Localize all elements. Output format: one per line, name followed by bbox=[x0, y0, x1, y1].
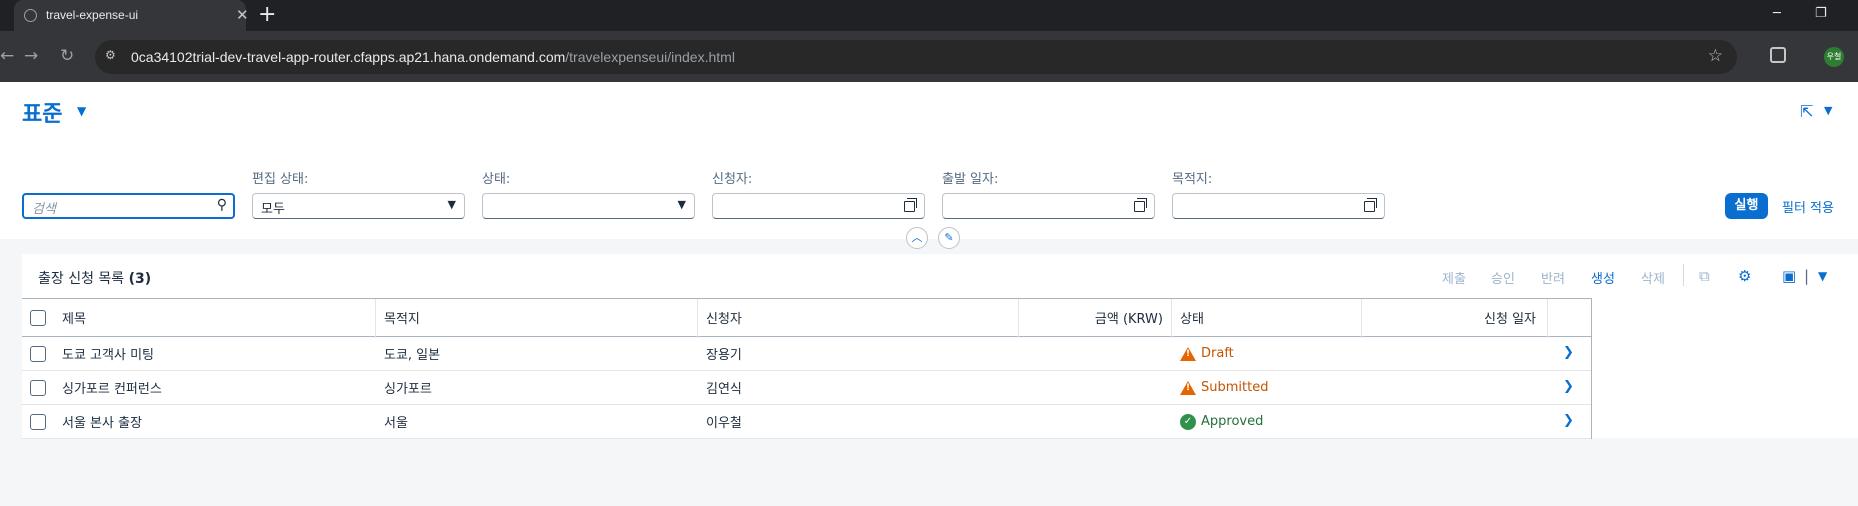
table-row[interactable]: 싱가포르 컨퍼런스 싱가포르 김연식 Submitted ❯ bbox=[22, 371, 1591, 405]
value-help-icon[interactable] bbox=[1364, 198, 1378, 212]
departure-date-input[interactable] bbox=[942, 193, 1155, 219]
browser-tab-bar: travel-expense-ui ✕ + ─ ❐ bbox=[0, 0, 1858, 31]
requester-filter-label: 신청자: bbox=[712, 172, 753, 187]
row-destination: 싱가포르 bbox=[384, 382, 432, 397]
col-header-title[interactable]: 제목 bbox=[62, 299, 86, 336]
departure-date-label: 출발 일자: bbox=[942, 172, 999, 187]
profile-avatar[interactable]: 우철 bbox=[1824, 47, 1844, 67]
chevron-down-icon: ▼ bbox=[447, 198, 456, 211]
status-badge: ✓ Approved bbox=[1180, 405, 1263, 438]
col-header-request-date[interactable]: 신청 일자 bbox=[1370, 299, 1536, 336]
row-checkbox[interactable] bbox=[30, 379, 46, 396]
row-amount bbox=[1028, 371, 1163, 404]
site-info-icon[interactable]: ⚙ bbox=[105, 48, 123, 66]
row-checkbox[interactable] bbox=[30, 413, 46, 430]
filter-header: 표준 ▼ ⇱ ▼ 검색 ⚲ 편집 상태: 모두 ▼ 상태: ▼ 신청자: 출발 … bbox=[0, 82, 1858, 239]
row-destination: 도쿄, 일본 bbox=[384, 348, 441, 363]
row-title: 서울 본사 출장 bbox=[62, 416, 143, 431]
table-row[interactable]: 도쿄 고객사 미팅 도쿄, 일본 장용기 Draft ❯ bbox=[22, 337, 1591, 371]
minimize-icon[interactable]: ─ bbox=[1773, 5, 1781, 23]
edit-state-value: 모두 bbox=[261, 202, 285, 217]
row-destination: 서울 bbox=[384, 416, 408, 431]
pin-header-button[interactable]: ✎ bbox=[938, 227, 960, 249]
collapse-header-button[interactable]: ︿ bbox=[906, 227, 928, 249]
warning-icon bbox=[1180, 346, 1196, 361]
chevron-down-icon[interactable]: ▼ bbox=[1824, 104, 1832, 117]
table-title: 출장 신청 목록 (3) bbox=[38, 271, 152, 287]
col-header-amount[interactable]: 금액 (KRW) bbox=[1028, 299, 1163, 336]
search-placeholder: 검색 bbox=[32, 202, 56, 217]
bookmark-star-icon[interactable]: ☆ bbox=[1708, 46, 1723, 66]
requester-filter-input[interactable] bbox=[712, 193, 925, 219]
row-request-date bbox=[1370, 371, 1536, 404]
travel-request-table-panel: 출장 신청 목록 (3) 제출 승인 반려 생성 삭제 ⧉ ⚙ ▣ | ▼ 제목… bbox=[22, 254, 1858, 439]
status-badge: Submitted bbox=[1180, 371, 1268, 404]
row-requester: 장용기 bbox=[706, 348, 742, 363]
chevron-right-icon[interactable]: ❯ bbox=[1563, 345, 1574, 360]
restore-icon[interactable]: ❐ bbox=[1815, 5, 1827, 23]
new-tab-icon[interactable]: + bbox=[258, 3, 276, 27]
row-requester: 이우철 bbox=[706, 416, 742, 431]
browser-tab[interactable]: travel-expense-ui ✕ bbox=[14, 0, 249, 31]
settings-gear-icon[interactable]: ⚙ bbox=[1738, 267, 1751, 285]
travel-request-table: 제목 목적지 신청자 금액 (KRW) 상태 신청 일자 도쿄 고객사 미팅 도… bbox=[22, 298, 1592, 439]
delete-button[interactable]: 삭제 bbox=[1641, 268, 1665, 287]
row-title: 싱가포르 컨퍼런스 bbox=[62, 382, 162, 397]
col-header-requester[interactable]: 신청자 bbox=[706, 299, 742, 336]
url-text: 0ca34102trial-dev-travel-app-router.cfap… bbox=[131, 49, 735, 65]
row-request-date bbox=[1370, 337, 1536, 370]
chevron-down-icon[interactable]: ▼ bbox=[1818, 269, 1827, 283]
forward-icon[interactable]: → bbox=[24, 46, 38, 66]
chevron-right-icon[interactable]: ❯ bbox=[1563, 379, 1574, 394]
create-button[interactable]: 생성 bbox=[1591, 268, 1615, 287]
variant-title[interactable]: 표준 bbox=[22, 96, 62, 128]
toolbar-divider: | bbox=[1804, 267, 1810, 285]
search-icon[interactable]: ⚲ bbox=[217, 197, 227, 213]
destination-filter-label: 목적지: bbox=[1172, 172, 1213, 187]
url-omnibox[interactable]: ⚙ 0ca34102trial-dev-travel-app-router.cf… bbox=[95, 40, 1737, 74]
tab-title: travel-expense-ui bbox=[46, 8, 139, 22]
warning-icon bbox=[1180, 380, 1196, 395]
toolbar-separator bbox=[1683, 264, 1684, 286]
chevron-down-icon[interactable]: ▼ bbox=[77, 104, 86, 118]
share-icon[interactable]: ⇱ bbox=[1800, 102, 1813, 121]
reload-icon[interactable]: ↻ bbox=[60, 46, 74, 66]
extensions-icon[interactable] bbox=[1770, 47, 1786, 63]
row-title: 도쿄 고객사 미팅 bbox=[62, 348, 154, 363]
export-icon[interactable]: ▣ bbox=[1782, 267, 1796, 285]
status-filter-select[interactable]: ▼ bbox=[482, 193, 695, 219]
chevron-right-icon[interactable]: ❯ bbox=[1563, 413, 1574, 428]
submit-button[interactable]: 제출 bbox=[1442, 268, 1466, 287]
edit-state-select[interactable]: 모두 ▼ bbox=[252, 193, 465, 219]
col-header-destination[interactable]: 목적지 bbox=[384, 299, 420, 336]
row-checkbox[interactable] bbox=[30, 345, 46, 362]
copy-icon[interactable]: ⧉ bbox=[1699, 267, 1710, 285]
reject-button[interactable]: 반려 bbox=[1541, 268, 1565, 287]
status-badge: Draft bbox=[1180, 337, 1234, 370]
go-button[interactable]: 실행 bbox=[1725, 193, 1768, 219]
col-header-status[interactable]: 상태 bbox=[1180, 299, 1204, 336]
value-help-icon[interactable] bbox=[1134, 198, 1148, 212]
browser-address-bar: ← → ↻ ⚙ 0ca34102trial-dev-travel-app-rou… bbox=[0, 31, 1858, 82]
adapt-filters-button[interactable]: 필터 적용 bbox=[1782, 197, 1834, 216]
row-amount bbox=[1028, 337, 1163, 370]
select-all-checkbox[interactable] bbox=[30, 309, 46, 326]
row-amount bbox=[1028, 405, 1163, 438]
checkmark-circle-icon: ✓ bbox=[1180, 413, 1196, 430]
value-help-icon[interactable] bbox=[904, 198, 918, 212]
globe-icon bbox=[24, 9, 37, 22]
row-requester: 김연식 bbox=[706, 382, 742, 397]
back-icon[interactable]: ← bbox=[0, 46, 14, 66]
status-filter-label: 상태: bbox=[482, 172, 511, 187]
destination-filter-input[interactable] bbox=[1172, 193, 1385, 219]
table-row[interactable]: 서울 본사 출장 서울 이우철 ✓ Approved ❯ bbox=[22, 405, 1591, 439]
search-input[interactable]: 검색 ⚲ bbox=[22, 193, 235, 219]
chevron-down-icon: ▼ bbox=[677, 198, 686, 211]
table-header-row: 제목 목적지 신청자 금액 (KRW) 상태 신청 일자 bbox=[22, 298, 1591, 338]
row-request-date bbox=[1370, 405, 1536, 438]
edit-state-label: 편집 상태: bbox=[252, 172, 309, 187]
close-tab-icon[interactable]: ✕ bbox=[236, 6, 249, 24]
approve-button[interactable]: 승인 bbox=[1491, 268, 1515, 287]
app-content: 표준 ▼ ⇱ ▼ 검색 ⚲ 편집 상태: 모두 ▼ 상태: ▼ 신청자: 출발 … bbox=[0, 82, 1858, 506]
